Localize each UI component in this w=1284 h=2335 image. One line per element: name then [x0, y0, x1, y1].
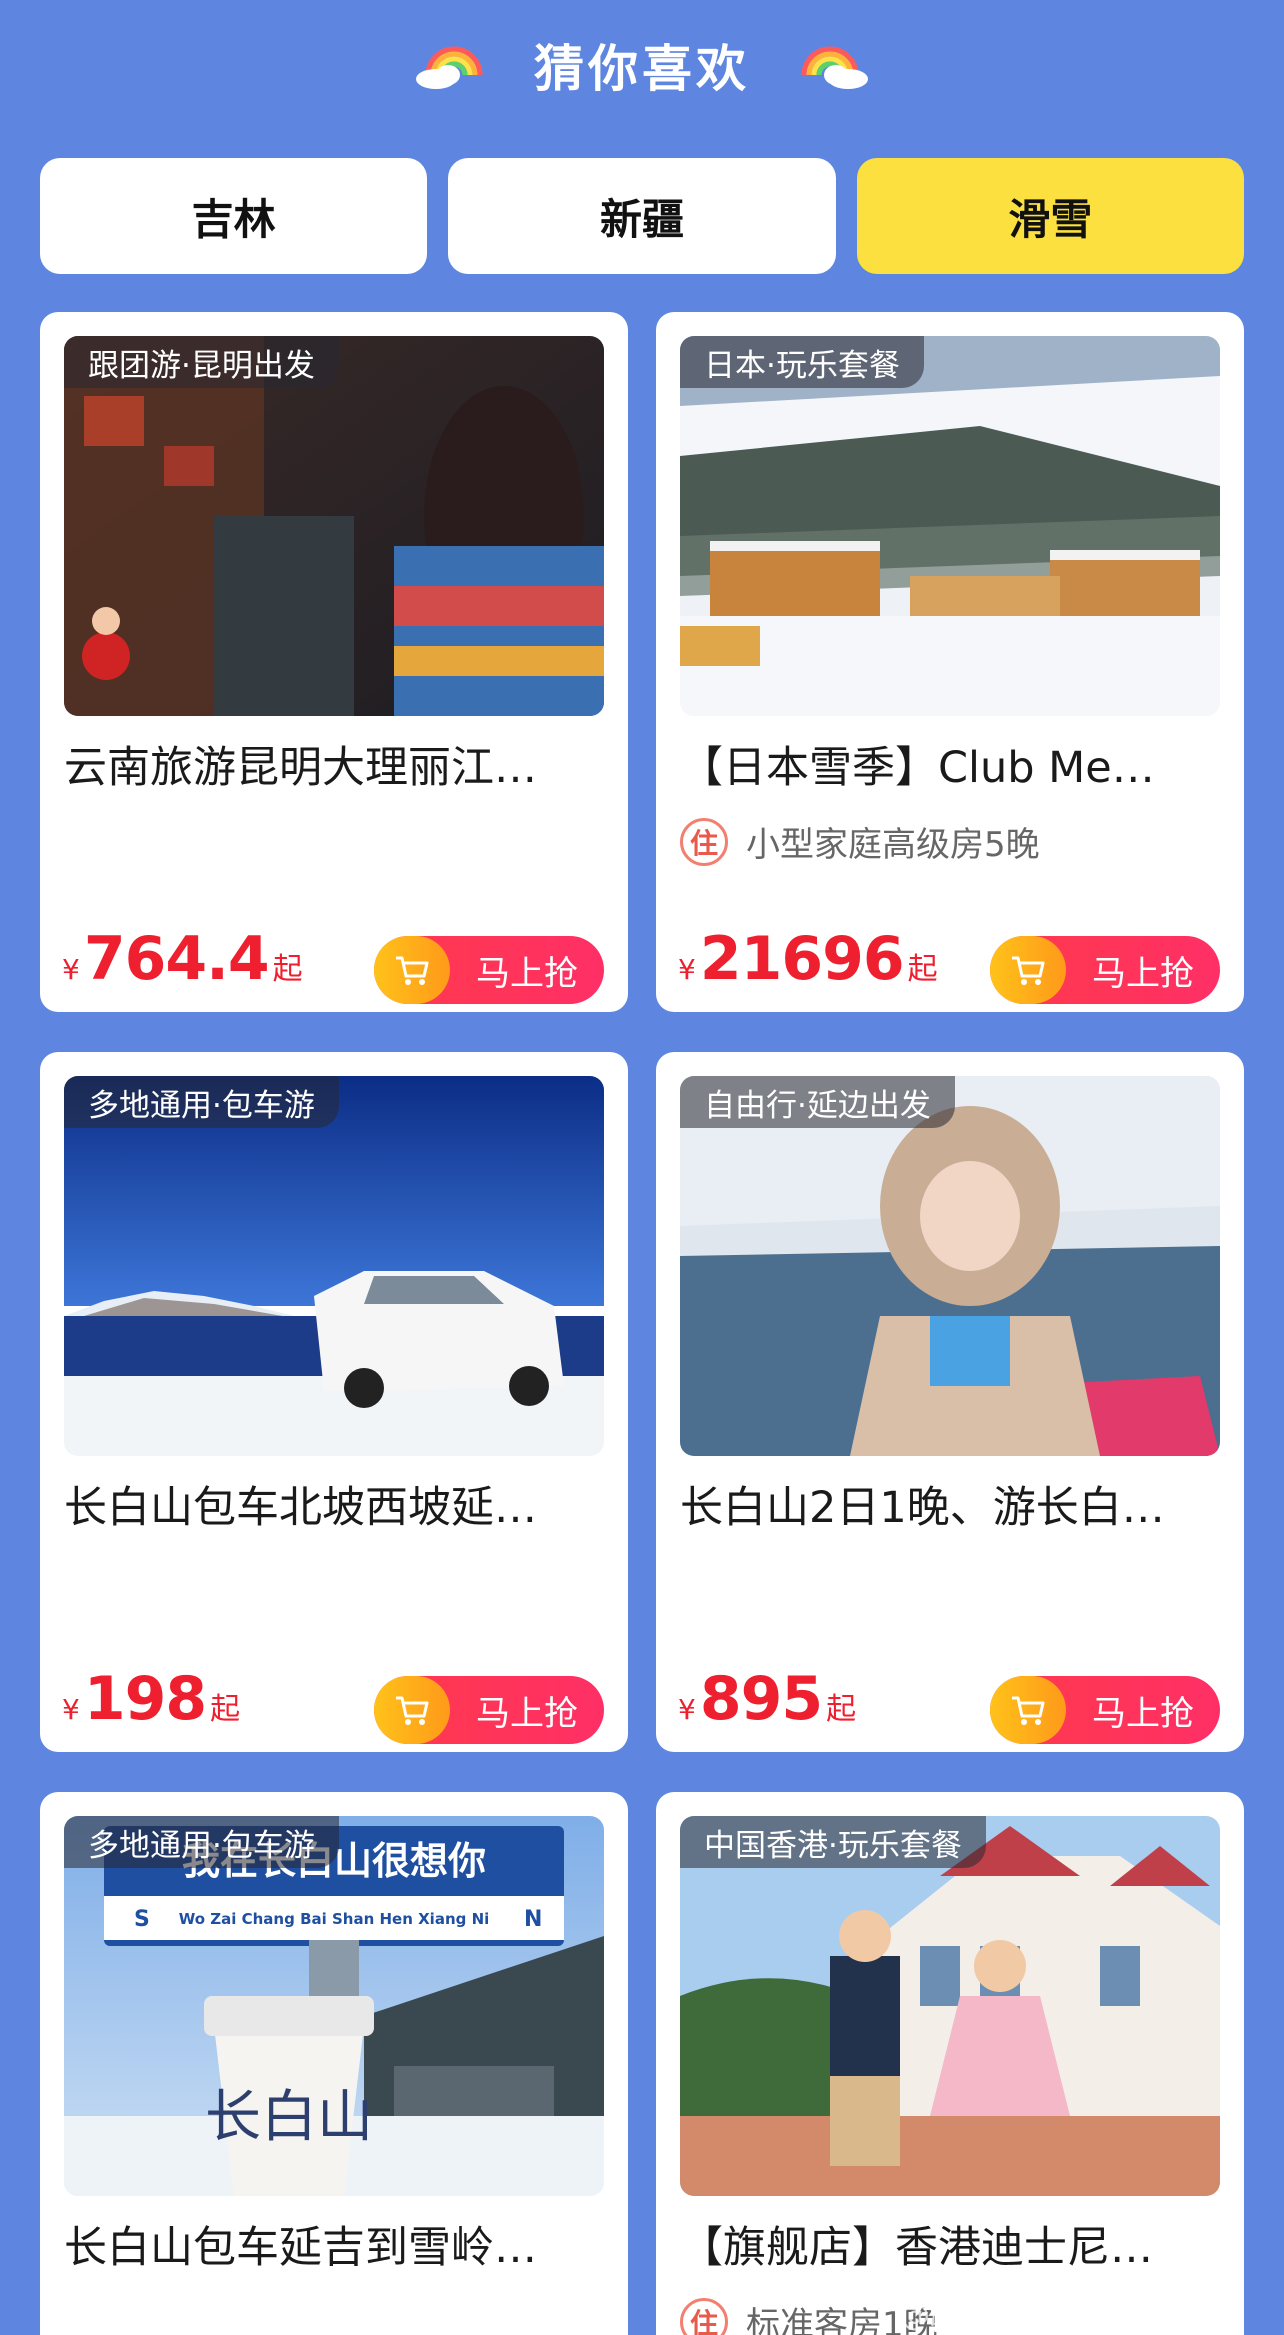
product-title[interactable]: 云南旅游昆明大理丽江… — [64, 740, 604, 796]
product-image: 日本·玩乐套餐 — [680, 336, 1220, 716]
price-value: 895 — [699, 1664, 823, 1734]
tab-xinjiang[interactable]: 新疆 — [448, 158, 836, 274]
product-card[interactable]: 自由行·延边出发 长白山2日1晚、游长白… ¥ 895 起 马上抢 — [656, 1052, 1244, 1752]
product-image: 跟团游·昆明出发 — [64, 336, 604, 716]
cart-icon — [374, 1676, 450, 1744]
product-tag: 跟团游·昆明出发 — [64, 336, 339, 388]
tab-skiing[interactable]: 滑雪 — [856, 158, 1244, 274]
cart-icon — [990, 1676, 1066, 1744]
currency-symbol: ¥ — [62, 1693, 80, 1726]
buy-now-label: 马上抢 — [476, 953, 578, 994]
buy-now-button[interactable]: 马上抢 — [990, 936, 1220, 1004]
product-card[interactable]: 多地通用·包车游 长白山包车北坡西坡延… ¥ 198 起 马上抢 — [40, 1052, 628, 1752]
currency-symbol: ¥ — [62, 953, 80, 986]
stay-badge: 住 — [680, 817, 728, 866]
cup-text: 长白山 — [205, 2085, 373, 2150]
buy-now-label: 马上抢 — [1092, 1693, 1194, 1734]
product-title[interactable]: 【日本雪季】Club Me… — [680, 740, 1220, 796]
watermark: @跟我一起 — [900, 2290, 1050, 2334]
stay-badge: 住 — [680, 2297, 728, 2335]
product-room-info: 住 小型家庭高级房5晚 — [680, 817, 1040, 866]
product-image: 我在长白山很想你 S Wo Zai Chang Bai Shan Hen Xia… — [64, 1816, 604, 2196]
currency-symbol: ¥ — [678, 953, 696, 986]
room-description: 小型家庭高级房5晚 — [746, 825, 1040, 865]
product-tag: 多地通用·包车游 — [64, 1816, 339, 1868]
rainbow-cloud-icon — [416, 46, 483, 89]
product-image: 多地通用·包车游 — [64, 1076, 604, 1456]
page: 猜你喜欢 吉林 新疆 滑雪 跟团游·昆明出发 云南旅游昆明大理丽江… ¥ 764… — [0, 0, 1284, 2335]
cart-icon — [374, 936, 450, 1004]
buy-now-button[interactable]: 马上抢 — [374, 1676, 604, 1744]
watermark-text: @跟我一起 — [900, 2298, 1050, 2333]
product-tag: 多地通用·包车游 — [64, 1076, 339, 1128]
price-value: 21696 — [699, 924, 905, 994]
section-header: 猜你喜欢 — [0, 0, 1284, 130]
buy-now-button[interactable]: 马上抢 — [990, 1676, 1220, 1744]
buy-now-button[interactable]: 马上抢 — [374, 936, 604, 1004]
product-title[interactable]: 【旗舰店】香港迪士尼… — [680, 2220, 1220, 2276]
price-value: 198 — [83, 1664, 207, 1734]
rainbow-cloud-icon — [801, 46, 868, 89]
product-card[interactable]: 我在长白山很想你 S Wo Zai Chang Bai Shan Hen Xia… — [40, 1792, 628, 2335]
price-suffix: 起 — [210, 1692, 241, 1727]
product-price: ¥ 895 起 — [678, 1664, 856, 1734]
product-title[interactable]: 长白山2日1晚、游长白… — [680, 1480, 1220, 1536]
product-card[interactable]: 中国香港·玩乐套餐 【旗舰店】香港迪士尼… 住 标准客房1晚 — [656, 1792, 1244, 2335]
buy-now-label: 马上抢 — [476, 1693, 578, 1734]
product-title[interactable]: 长白山包车延吉到雪岭… — [64, 2220, 604, 2276]
product-price: ¥ 198 起 — [62, 1664, 240, 1734]
product-image: 中国香港·玩乐套餐 — [680, 1816, 1220, 2196]
category-tabs: 吉林 新疆 滑雪 — [40, 158, 1244, 274]
section-title: 猜你喜欢 — [534, 40, 750, 98]
price-value: 764.4 — [83, 924, 270, 994]
product-room-info: 住 标准客房1晚 — [680, 2297, 938, 2335]
sign-pinyin-text: Wo Zai Chang Bai Shan Hen Xiang Ni — [179, 1910, 490, 1928]
sign-dir-south: S — [134, 1907, 150, 1932]
currency-symbol: ¥ — [678, 1693, 696, 1726]
price-suffix: 起 — [272, 952, 303, 987]
product-tag: 自由行·延边出发 — [680, 1076, 955, 1128]
sign-dir-north: N — [524, 1907, 542, 1932]
product-price: ¥ 21696 起 — [678, 924, 938, 994]
price-suffix: 起 — [826, 1692, 857, 1727]
product-image: 自由行·延边出发 — [680, 1076, 1220, 1456]
cart-icon — [990, 936, 1066, 1004]
product-price: ¥ 764.4 起 — [62, 924, 303, 994]
product-tag: 日本·玩乐套餐 — [680, 336, 924, 388]
product-title[interactable]: 长白山包车北坡西坡延… — [64, 1480, 604, 1536]
buy-now-label: 马上抢 — [1092, 953, 1194, 994]
product-card[interactable]: 跟团游·昆明出发 云南旅游昆明大理丽江… ¥ 764.4 起 马上抢 — [40, 312, 628, 1012]
product-card[interactable]: 日本·玩乐套餐 【日本雪季】Club Me… 住 小型家庭高级房5晚 ¥ 216… — [656, 312, 1244, 1012]
product-tag: 中国香港·玩乐套餐 — [680, 1816, 986, 1868]
tab-jilin[interactable]: 吉林 — [40, 158, 428, 274]
price-suffix: 起 — [907, 952, 938, 987]
